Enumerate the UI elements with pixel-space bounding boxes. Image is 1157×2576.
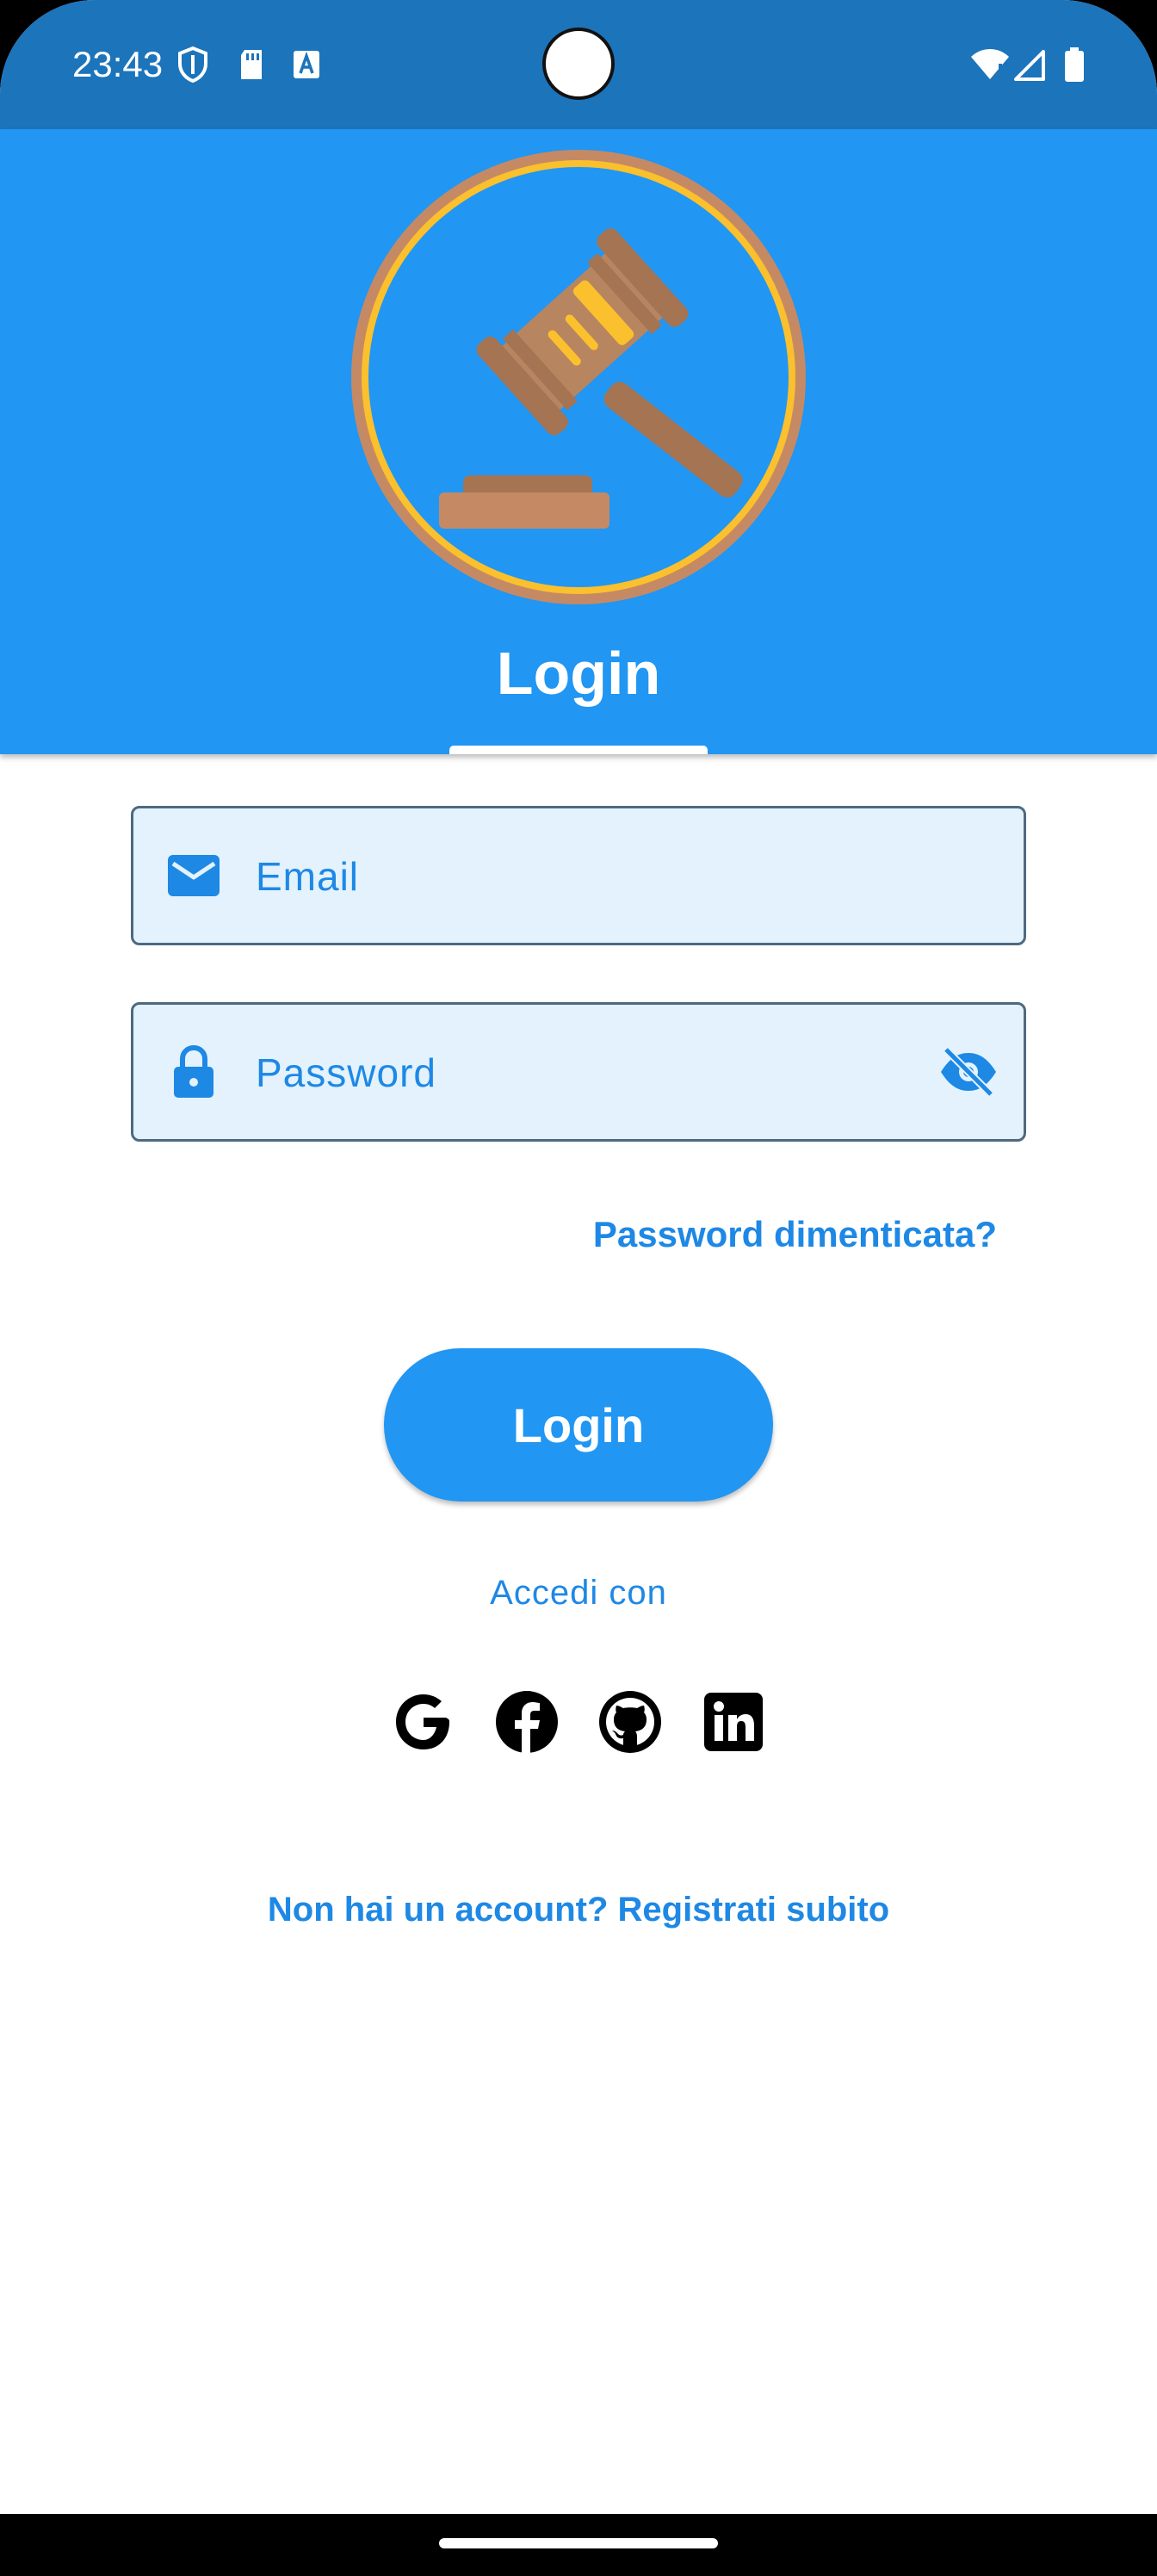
shield-icon (178, 46, 207, 84)
forgot-password-link[interactable]: Password dimenticata? (593, 1211, 997, 1259)
social-login-label: Accedi con (490, 1574, 667, 1612)
active-tab-indicator (449, 746, 708, 754)
battery-icon (1065, 47, 1084, 82)
wifi-icon (971, 49, 1009, 80)
font-a-icon (294, 51, 319, 78)
github-icon[interactable] (597, 1689, 663, 1755)
password-field[interactable] (131, 1002, 1026, 1142)
linkedin-icon[interactable] (701, 1689, 766, 1755)
register-link[interactable]: Non hai un account? Registrati subito (0, 1886, 1157, 1934)
email-field[interactable] (131, 806, 1026, 945)
password-input[interactable] (254, 1005, 963, 1141)
google-icon[interactable] (391, 1689, 456, 1755)
signal-icon (1014, 50, 1045, 81)
login-button[interactable]: Login (384, 1348, 773, 1502)
app-header: Login (0, 129, 1157, 754)
camera-cutout (542, 28, 615, 100)
email-input[interactable] (254, 808, 963, 944)
sd-card-icon (241, 50, 262, 79)
eye-off-icon[interactable] (937, 1046, 999, 1098)
tab-login[interactable]: Login (0, 637, 1157, 709)
status-time: 23:43 (72, 44, 164, 84)
login-screen: 23:43 Login Email Password dimenticata? … (0, 0, 1157, 2576)
lock-icon (174, 1044, 213, 1098)
gavel-logo (351, 150, 806, 604)
facebook-icon[interactable] (494, 1689, 560, 1755)
mail-icon (168, 855, 220, 896)
home-handle[interactable] (439, 2538, 718, 2548)
